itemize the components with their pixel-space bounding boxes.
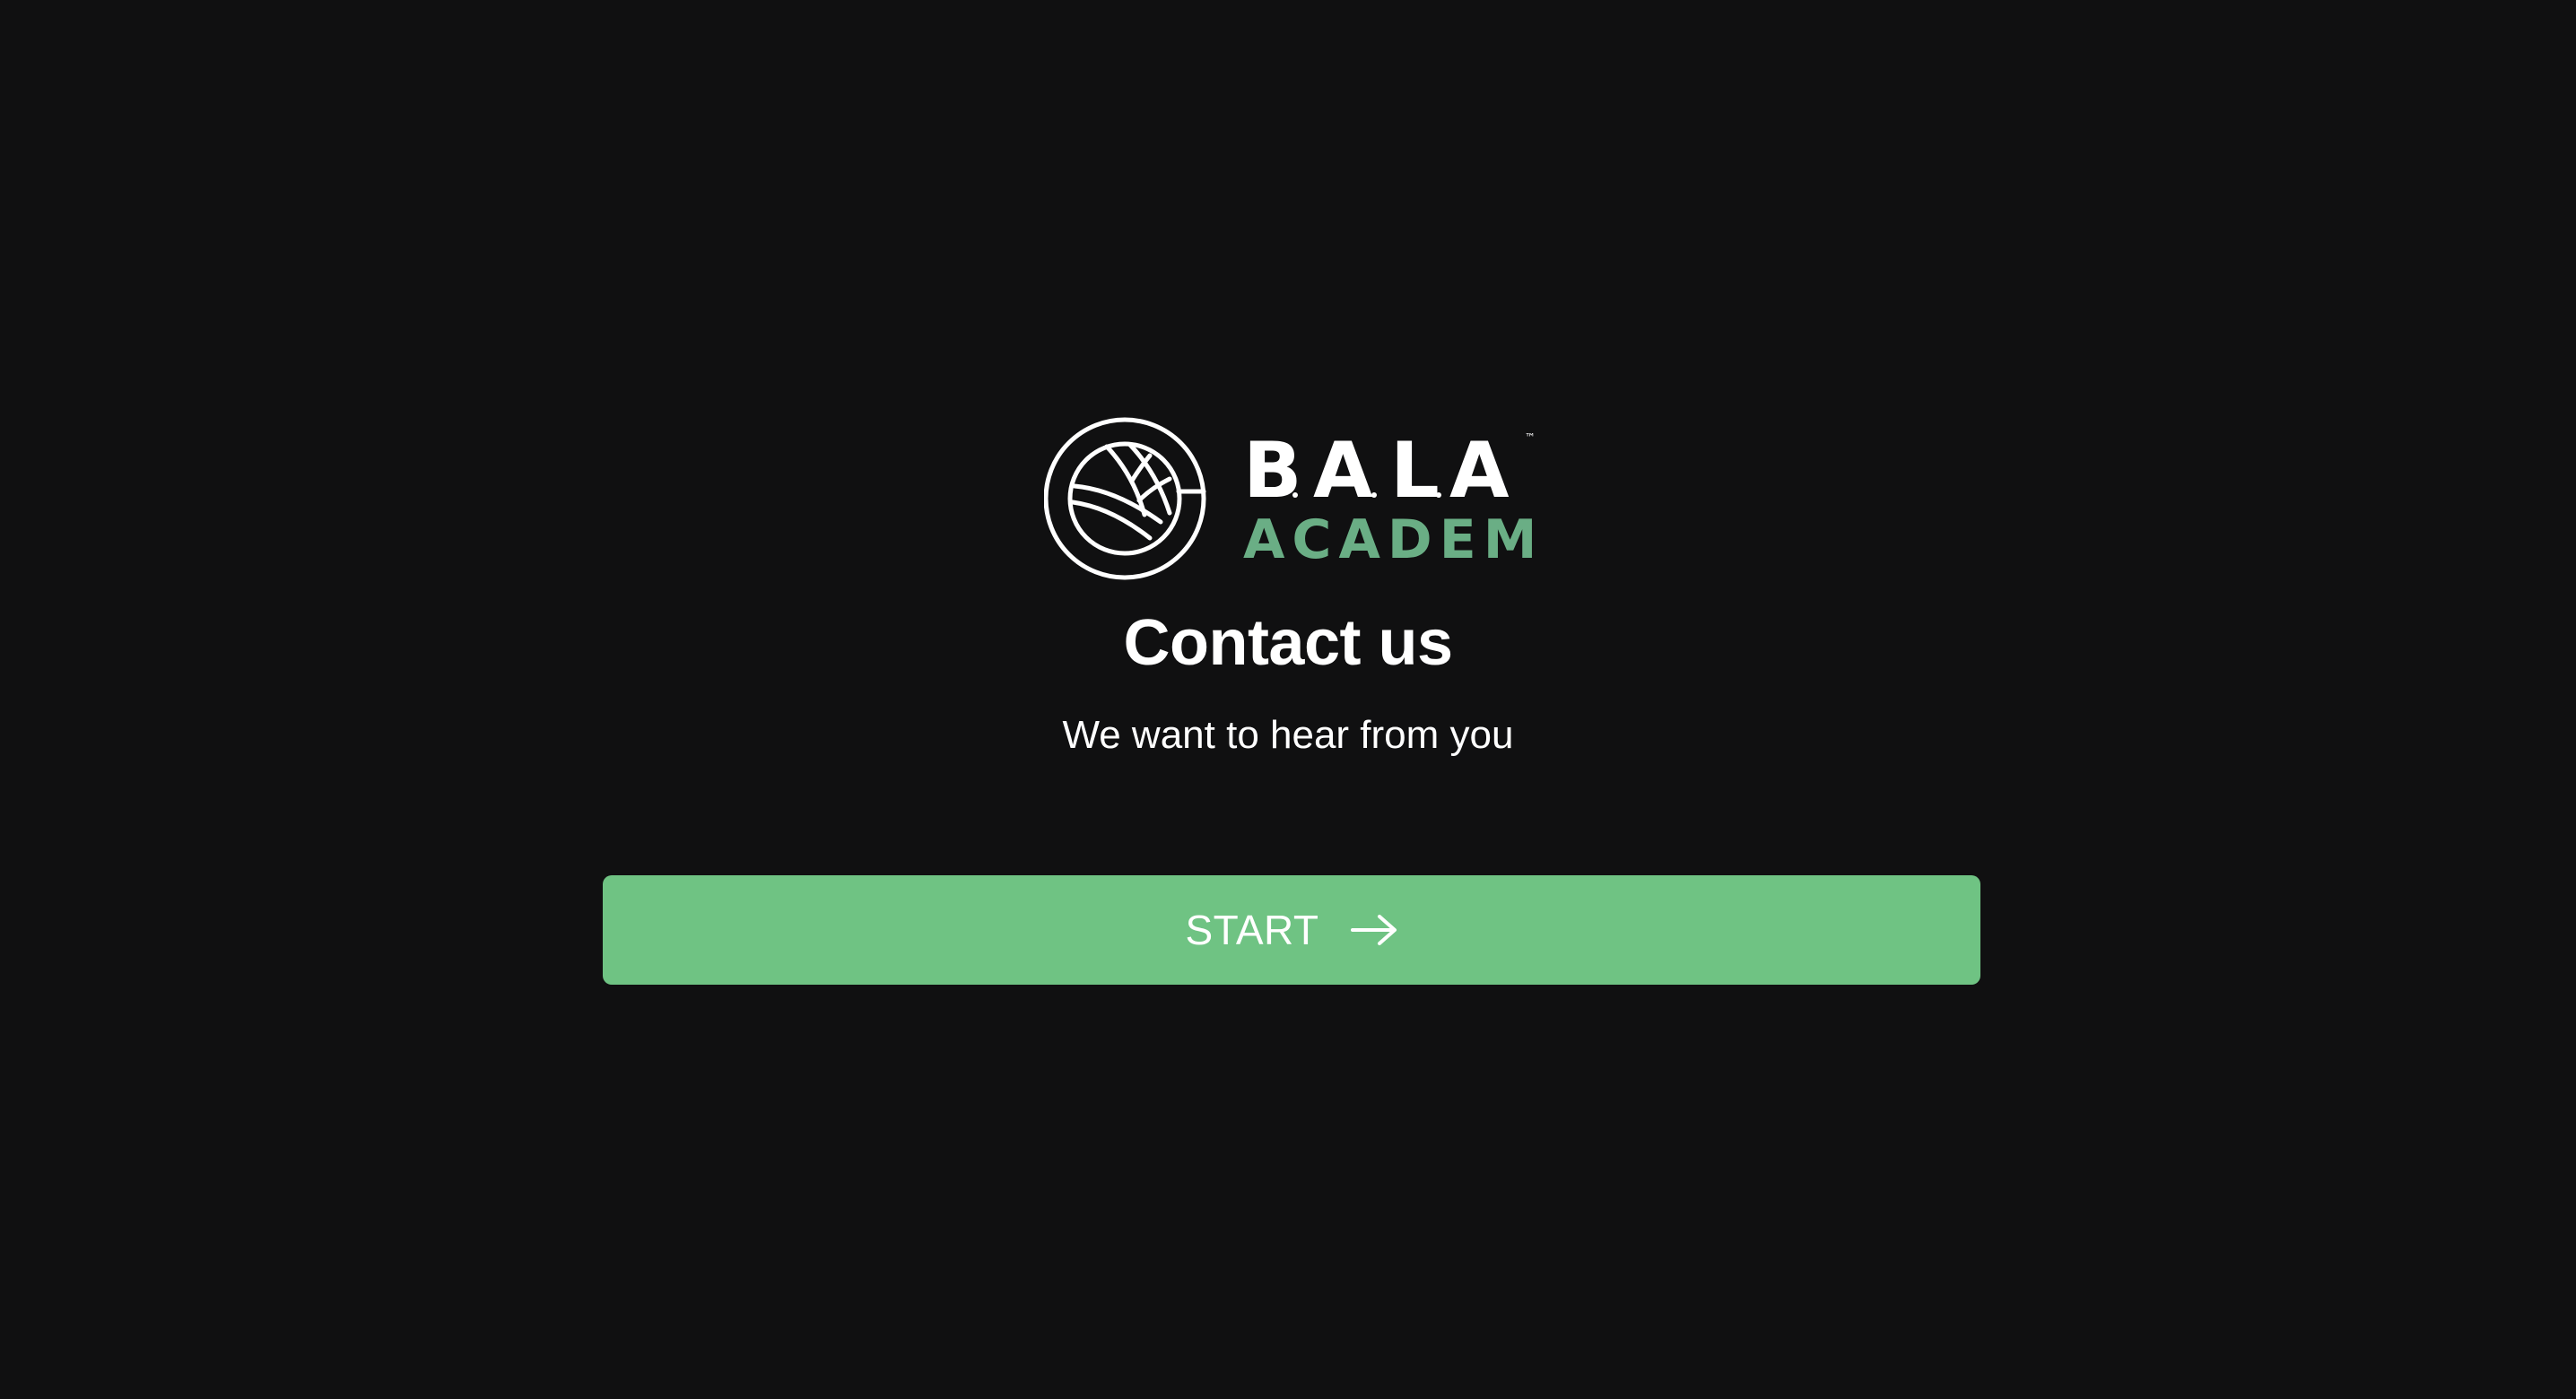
page-title: Contact us <box>1123 607 1453 679</box>
page-subtitle: We want to hear from you <box>1062 713 1514 757</box>
volleyball-icon <box>1044 417 1206 580</box>
svg-text:™: ™ <box>1525 431 1536 444</box>
bala-academy-logo: B A L A ™ ACADEMY <box>1044 414 1539 583</box>
svg-text:ACADEMY: ACADEMY <box>1243 508 1539 571</box>
arrow-right-icon <box>1350 915 1397 945</box>
svg-text:A: A <box>1449 426 1510 516</box>
start-button-label: START <box>1185 907 1319 953</box>
svg-text:B: B <box>1243 426 1302 516</box>
svg-text:A: A <box>1313 426 1373 516</box>
contact-landing-page: B A L A ™ ACADEMY Contact us We want to … <box>0 0 2576 1399</box>
start-button[interactable]: START <box>603 875 1980 985</box>
svg-text:L: L <box>1390 426 1440 516</box>
